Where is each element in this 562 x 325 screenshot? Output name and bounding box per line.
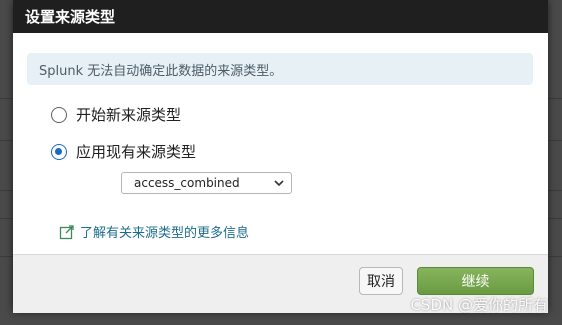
option-existing-sourcetype[interactable]: 应用现有来源类型 — [51, 141, 196, 162]
cancel-button[interactable]: 取消 — [359, 267, 403, 295]
learn-more-link[interactable]: 了解有关来源类型的更多信息 — [59, 222, 249, 241]
radio-button-checked[interactable] — [51, 143, 67, 160]
sourcetype-select-value: access_combined — [134, 176, 240, 190]
option-new-sourcetype[interactable]: 开始新来源类型 — [51, 104, 181, 125]
set-sourcetype-dialog: 设置来源类型 Splunk 无法自动确定此数据的来源类型。 开始新来源类型 应用… — [13, 0, 548, 313]
watermark: CSDN @爱你的所有 — [410, 296, 548, 314]
dialog-title: 设置来源类型 — [25, 8, 116, 26]
learn-more-text: 了解有关来源类型的更多信息 — [80, 226, 250, 241]
info-message-box: Splunk 无法自动确定此数据的来源类型。 — [27, 53, 533, 85]
radio-button[interactable] — [51, 106, 67, 123]
external-link-icon — [59, 224, 74, 239]
option-label: 开始新来源类型 — [76, 106, 182, 124]
sourcetype-select[interactable]: access_combined — [121, 172, 292, 194]
option-label: 应用现有来源类型 — [76, 143, 197, 161]
dialog-title-bar: 设置来源类型 — [13, 0, 548, 33]
continue-button[interactable]: 继续 — [417, 267, 534, 295]
info-message: Splunk 无法自动确定此数据的来源类型。 — [39, 63, 283, 79]
chevron-down-icon — [274, 180, 284, 187]
